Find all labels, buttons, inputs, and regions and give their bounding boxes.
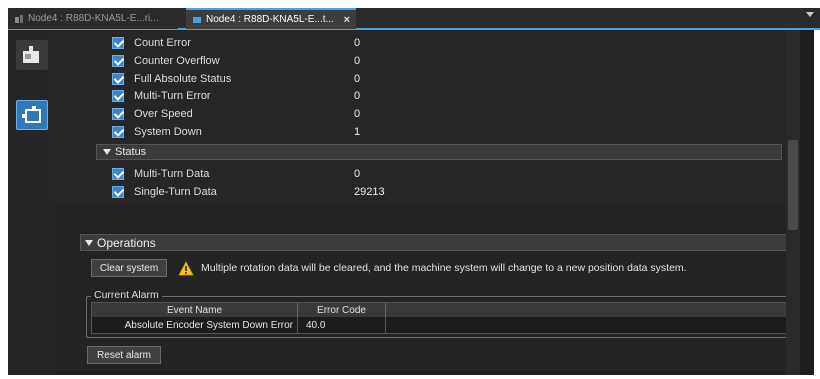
list-item: System Down 1	[112, 123, 782, 140]
property-name: System Down	[134, 125, 202, 138]
content-panel: Count Error 0 Counter Overflow 0 Full Ab…	[54, 30, 800, 375]
operations-header[interactable]: Operations	[80, 234, 800, 251]
tab-node4-inactive[interactable]: Node4 : R88D-KNA5L-E...ri...	[8, 8, 178, 29]
tab-list-dropdown-icon[interactable]	[806, 12, 814, 17]
property-name: Multi-Turn Data	[134, 167, 210, 180]
tab-node4-active[interactable]: Node4 : R88D-KNA5L-E...t... ×	[186, 8, 356, 29]
group-label: Status	[115, 146, 147, 158]
node-device-icon	[23, 46, 39, 63]
current-alarm-label: Current Alarm	[91, 289, 162, 301]
list-item: Multi-Turn Error 0	[112, 87, 782, 104]
checkbox[interactable]	[112, 107, 124, 120]
property-name: Multi-Turn Error	[134, 89, 211, 102]
list-item: Full Absolute Status 0	[112, 70, 782, 87]
property-value: 0	[354, 54, 361, 67]
reset-alarm-button[interactable]: Reset alarm	[87, 346, 161, 364]
property-value: 0	[354, 167, 361, 180]
status-group-header[interactable]: Status	[96, 144, 782, 160]
checkbox[interactable]	[112, 36, 124, 49]
warning-message: Multiple rotation data will be cleared, …	[201, 262, 687, 274]
property-name: Count Error	[134, 36, 191, 49]
column-header-empty	[386, 303, 791, 317]
scrollbar-thumb[interactable]	[788, 140, 798, 230]
checkbox[interactable]	[112, 54, 124, 67]
property-list: Count Error 0 Counter Overflow 0 Full Ab…	[54, 30, 794, 205]
checkbox[interactable]	[112, 89, 124, 102]
left-toolbar	[8, 30, 54, 375]
vertical-scrollbar[interactable]	[786, 30, 800, 375]
list-item: Count Error 0	[112, 34, 782, 51]
property-value: 0	[354, 89, 361, 102]
property-name: Full Absolute Status	[134, 72, 232, 85]
node-device-button[interactable]	[16, 40, 48, 70]
collapse-arrow-icon	[85, 239, 93, 246]
node-tab-icon	[14, 14, 24, 24]
checkbox[interactable]	[112, 185, 124, 198]
collapse-arrow-icon	[103, 149, 111, 155]
column-header-event-name[interactable]: Event Name	[92, 303, 298, 317]
property-value: 0	[354, 107, 361, 120]
property-name: Single-Turn Data	[134, 185, 217, 198]
main-area: Count Error 0 Counter Overflow 0 Full Ab…	[8, 30, 814, 375]
checkbox[interactable]	[112, 125, 124, 138]
property-value: 1	[354, 125, 361, 138]
tab-label: Node4 : R88D-KNA5L-E...t...	[206, 14, 334, 25]
warning-icon	[178, 261, 194, 276]
checkbox[interactable]	[112, 167, 124, 180]
node-device-selected-icon	[22, 106, 41, 123]
tab-bar: Node4 : R88D-KNA5L-E...ri... Node4 : R88…	[8, 8, 820, 30]
property-name: Over Speed	[134, 107, 193, 120]
alarm-table: Event Name Error Code Absolute Encoder S…	[91, 302, 792, 334]
alarm-event-name[interactable]: Absolute Encoder System Down Error	[92, 317, 298, 333]
list-item: Counter Overflow 0	[112, 52, 782, 69]
clear-system-button[interactable]: Clear system	[91, 259, 167, 277]
property-value: 29213	[354, 185, 385, 198]
node-device-selected-button[interactable]	[16, 100, 48, 130]
node-tab-icon	[192, 15, 202, 25]
alarm-error-code[interactable]: 40.0	[298, 317, 386, 333]
checkbox[interactable]	[112, 72, 124, 85]
property-name: Counter Overflow	[134, 54, 220, 67]
column-header-error-code[interactable]: Error Code	[298, 303, 386, 317]
property-value: 0	[354, 72, 361, 85]
list-item: Multi-Turn Data 0	[112, 165, 782, 182]
tab-label: Node4 : R88D-KNA5L-E...ri...	[28, 13, 159, 24]
operations-label: Operations	[97, 235, 156, 250]
current-alarm-group: Current Alarm Event Name Error Code Abso…	[86, 289, 800, 338]
list-item: Over Speed 0	[112, 105, 782, 122]
close-tab-icon[interactable]: ×	[344, 14, 350, 26]
list-item: Single-Turn Data 29213	[112, 183, 782, 200]
property-value: 0	[354, 36, 361, 49]
